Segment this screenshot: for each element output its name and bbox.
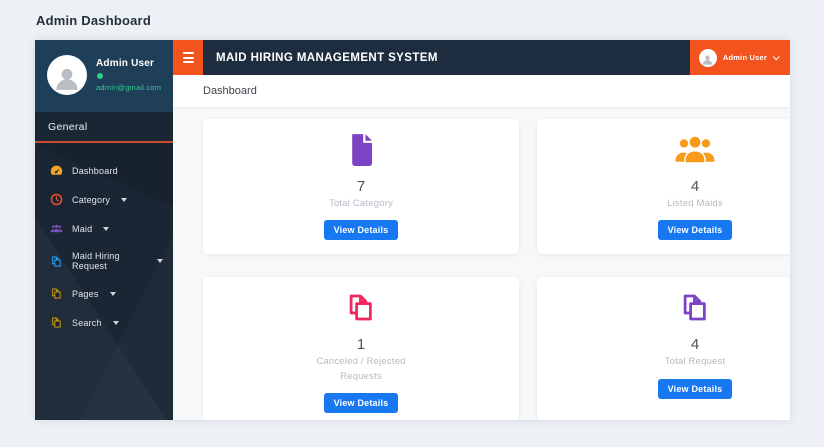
sidebar-item-maid-hiring-request[interactable]: Maid Hiring Request — [35, 243, 173, 279]
sidebar-item-label: Dashboard — [72, 165, 118, 176]
sidebar-item-label: Category — [72, 194, 111, 205]
caret-down-icon — [157, 259, 163, 263]
top-navbar: MAID HIRING MANAGEMENT SYSTEM Admin User — [173, 40, 790, 75]
breadcrumb-bar: Dashboard — [173, 75, 790, 108]
user-name: Admin User — [96, 58, 155, 69]
admin-user-button[interactable]: Admin User — [689, 40, 790, 75]
view-details-button[interactable]: View Details — [323, 220, 399, 241]
hamburger-icon — [182, 52, 194, 54]
user-email: admin@gmail.com — [96, 83, 162, 92]
caret-down-icon — [109, 291, 116, 296]
card-value: 7 — [356, 178, 366, 195]
category-icon — [49, 193, 63, 206]
stats-card-grid: 7 Total Category View Details 4 Listed M… — [203, 119, 790, 420]
card-label: Canceled / Rejected Requests — [316, 356, 406, 382]
sidebar-item-search[interactable]: Search — [35, 308, 173, 337]
main-area: MAID HIRING MANAGEMENT SYSTEM Admin User… — [173, 40, 790, 420]
sidebar-item-label: Maid Hiring Request — [72, 251, 120, 271]
request-icon — [49, 255, 63, 268]
sidebar-item-label: Pages — [72, 288, 99, 299]
card-label: Total Category — [328, 198, 394, 209]
maid-icon — [49, 222, 63, 235]
stat-card-listed-maids: 4 Listed Maids View Details — [537, 119, 790, 255]
sidebar-item-maid[interactable]: Maid — [35, 214, 173, 243]
person-icon — [701, 53, 714, 66]
chevron-down-icon — [772, 53, 780, 61]
stat-card-total-request: 4 Total Request View Details — [537, 277, 790, 420]
caret-down-icon — [121, 197, 128, 202]
stat-card-canceled-rejected: 1 Canceled / Rejected Requests View Deta… — [203, 277, 519, 420]
app-window: Admin User admin@gmail.com General Dashb… — [35, 40, 790, 420]
menu-toggle-button[interactable] — [173, 40, 203, 75]
file-icon — [211, 133, 511, 171]
users-icon — [545, 133, 790, 171]
caret-down-icon — [103, 226, 110, 231]
content-area: 7 Total Category View Details 4 Listed M… — [173, 108, 790, 420]
search-icon — [49, 316, 63, 329]
sidebar-item-pages[interactable]: Pages — [35, 279, 173, 308]
sidebar-menu: Dashboard Category Maid Maid Hiring Requ… — [35, 143, 173, 350]
person-icon — [52, 63, 82, 93]
view-details-button[interactable]: View Details — [657, 220, 733, 241]
user-avatar-small — [698, 48, 717, 67]
card-label: Total Request — [664, 356, 726, 368]
dashboard-icon — [49, 164, 63, 177]
online-status-dot — [97, 73, 103, 79]
sidebar-item-category[interactable]: Category — [35, 185, 173, 214]
sidebar-profile: Admin User admin@gmail.com — [35, 40, 173, 112]
card-value: 4 — [690, 336, 700, 354]
user-avatar — [47, 55, 87, 95]
card-value: 4 — [690, 178, 700, 195]
sidebar-item-label: Maid — [72, 223, 93, 234]
caret-down-icon — [112, 320, 119, 325]
view-details-button[interactable]: View Details — [323, 392, 399, 413]
sidebar: Admin User admin@gmail.com General Dashb… — [35, 40, 173, 420]
admin-user-label: Admin User — [722, 53, 767, 62]
page-title: Admin Dashboard — [36, 13, 151, 28]
app-title: MAID HIRING MANAGEMENT SYSTEM — [216, 51, 438, 64]
view-details-button[interactable]: View Details — [657, 378, 733, 399]
sidebar-item-dashboard[interactable]: Dashboard — [35, 156, 173, 185]
clone-icon — [211, 291, 511, 329]
card-value: 1 — [356, 336, 366, 354]
stat-card-total-category: 7 Total Category View Details — [203, 119, 519, 255]
sidebar-item-label: Search — [72, 317, 102, 328]
sidebar-section-label: General — [35, 112, 173, 143]
breadcrumb: Dashboard — [203, 85, 257, 97]
clone-icon — [545, 291, 790, 329]
pages-icon — [49, 287, 63, 300]
card-label: Listed Maids — [667, 198, 723, 209]
